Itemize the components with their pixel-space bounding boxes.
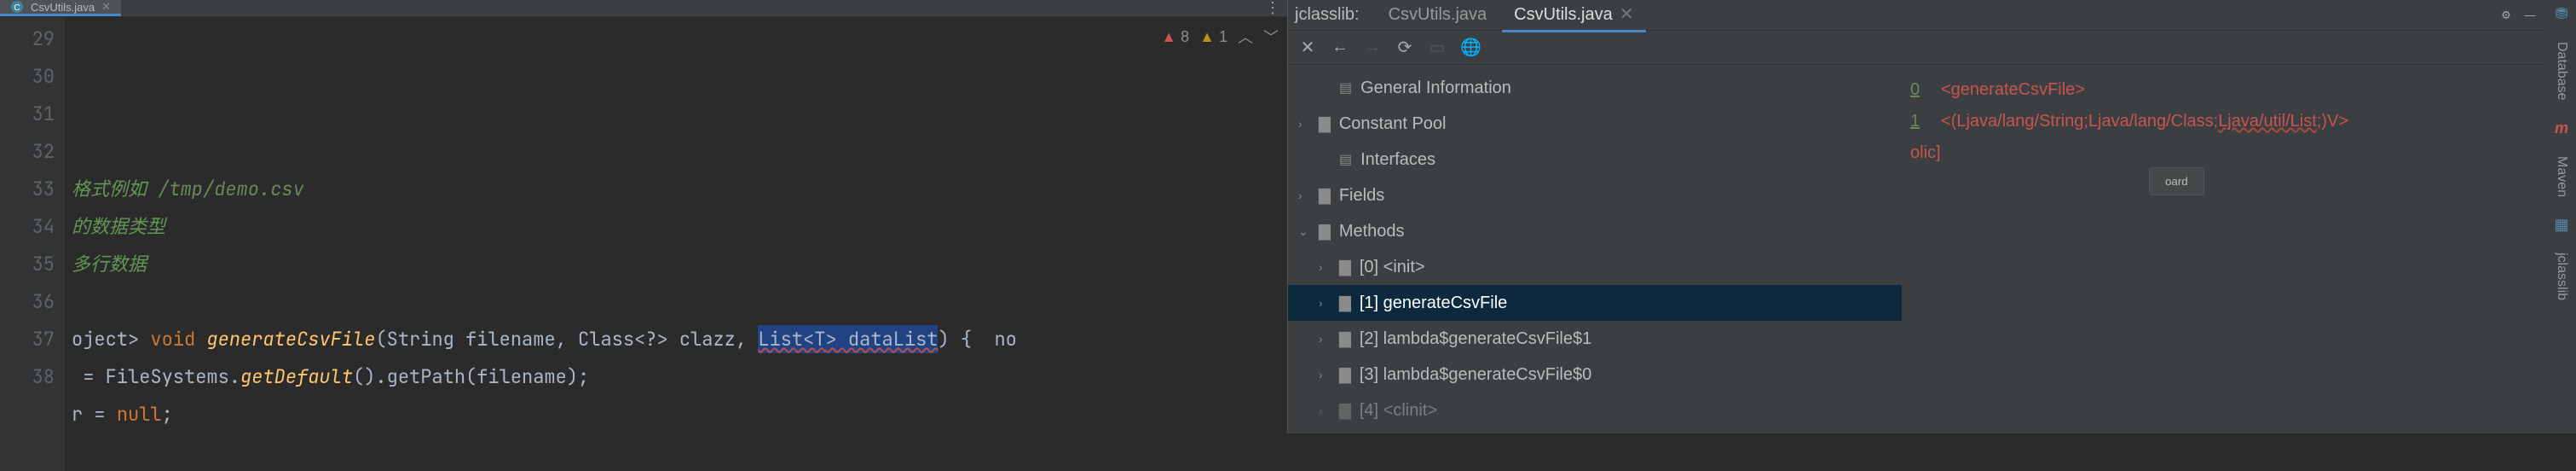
forward-icon: → [1363,38,1382,57]
editor-tab-bar: C CsvUtils.java ✕ ⋮ [0,0,1287,17]
copy-button[interactable]: oard [2149,167,2204,195]
prev-highlight-icon[interactable]: ︿ [1238,26,1253,48]
breakpoint-gutter[interactable] [0,17,14,471]
database-icon[interactable]: ⛃ [2555,5,2567,23]
jclasslib-body: ▤General Information ›▇Constant Pool ▤In… [1288,65,2547,433]
structure-tree[interactable]: ▤General Information ›▇Constant Pool ▤In… [1288,65,1902,433]
detail-pane: 0 <generateCsvFile> 1 <(Ljava/lang/Strin… [1902,65,2547,433]
dock-maven[interactable]: Maven [2554,156,2569,197]
line-gutter: 29 30 31 32 33 34 35 36 37 38 [14,17,65,471]
gear-icon[interactable]: ⚙ [2496,9,2516,22]
java-file-icon: C [10,0,24,14]
warning-icon[interactable]: ▲ 1 [1199,28,1227,46]
detail-name-row: 0 <generateCsvFile> [1910,80,2538,100]
tool-tab-bar: jclasslib: CsvUtils.java CsvUtils.java✕ … [1288,0,2547,31]
error-icon[interactable]: ▲ 8 [1161,28,1189,46]
tab-csvutils-1[interactable]: CsvUtils.java [1377,0,1499,30]
tree-method-clinit[interactable]: ›▇[4] <clinit> [1288,392,1902,428]
cp-link-0[interactable]: 0 [1910,80,1927,100]
cp-link-1[interactable]: 1 [1910,112,1927,131]
maven-icon[interactable]: m [2555,119,2568,137]
more-icon[interactable]: ⋮ [1265,0,1282,17]
svg-text:C: C [14,3,20,13]
tree-fields[interactable]: ›▇Fields [1288,177,1902,213]
jclasslib-pane: jclasslib: CsvUtils.java CsvUtils.java✕ … [1287,0,2547,433]
back-icon[interactable]: ← [1331,38,1349,57]
tree-methods[interactable]: ⌄▇Methods [1288,213,1902,249]
tab-csvutils-2[interactable]: CsvUtils.java✕ [1502,0,1645,32]
minimize-icon[interactable]: — [2520,9,2540,21]
close-icon[interactable]: ✕ [1620,5,1634,24]
inspection-widget[interactable]: ▲ 8 ▲ 1 ︿ ﹀ [1161,26,1279,48]
next-highlight-icon[interactable]: ﹀ [1263,26,1279,48]
tree-interfaces[interactable]: ▤Interfaces [1288,142,1902,177]
code-area[interactable]: 格式例如 /tmp/demo.csv 的数据类型 多行数据 oject> voi… [65,17,1287,471]
editor[interactable]: 29 30 31 32 33 34 35 36 37 38 格式例如 /tmp/… [0,17,1287,471]
dock-database[interactable]: Database [2554,42,2569,101]
tree-method-lambda1[interactable]: ›▇[2] lambda$generateCsvFile$1 [1288,321,1902,357]
editor-pane: C CsvUtils.java ✕ ⋮ 29 30 31 32 33 34 35… [0,0,1287,433]
right-dock: ⛃ Database m Maven ▦ jclasslib [2547,0,2576,433]
detail-descriptor-value: <(Ljava/lang/String;Ljava/lang/Class;Lja… [1941,112,2348,131]
detail-descriptor-row: 1 <(Ljava/lang/String;Ljava/lang/Class;L… [1910,112,2538,131]
close-icon[interactable]: ✕ [101,0,111,14]
editor-tab-csvutils[interactable]: C CsvUtils.java ✕ [0,0,121,16]
refresh-icon[interactable]: ⟳ [1395,37,1414,58]
tree-method-generatecsvfile[interactable]: ›▇[1] generateCsvFile [1288,285,1902,321]
jclasslib-toolbar: ✕ ← → ⟳ ▭ 🌐 [1288,31,2547,65]
tree-general-info[interactable]: ▤General Information [1288,70,1902,106]
dock-jclasslib[interactable]: jclasslib [2554,253,2569,300]
detail-name-value: <generateCsvFile> [1941,80,2085,100]
detail-access-fragment: olic] [1910,143,2538,163]
tab-filename: CsvUtils.java [31,1,95,14]
globe-icon[interactable]: 🌐 [1460,37,1479,58]
tree-method-lambda0[interactable]: ›▇[3] lambda$generateCsvFile$0 [1288,357,1902,392]
tree-constant-pool[interactable]: ›▇Constant Pool [1288,106,1902,142]
tool-label: jclasslib: [1295,5,1360,25]
save-icon: ▭ [1428,37,1447,58]
jclasslib-icon[interactable]: ▦ [2554,216,2568,234]
close-icon[interactable]: ✕ [1298,37,1317,58]
tree-method-init[interactable]: ›▇[0] <init> [1288,249,1902,285]
